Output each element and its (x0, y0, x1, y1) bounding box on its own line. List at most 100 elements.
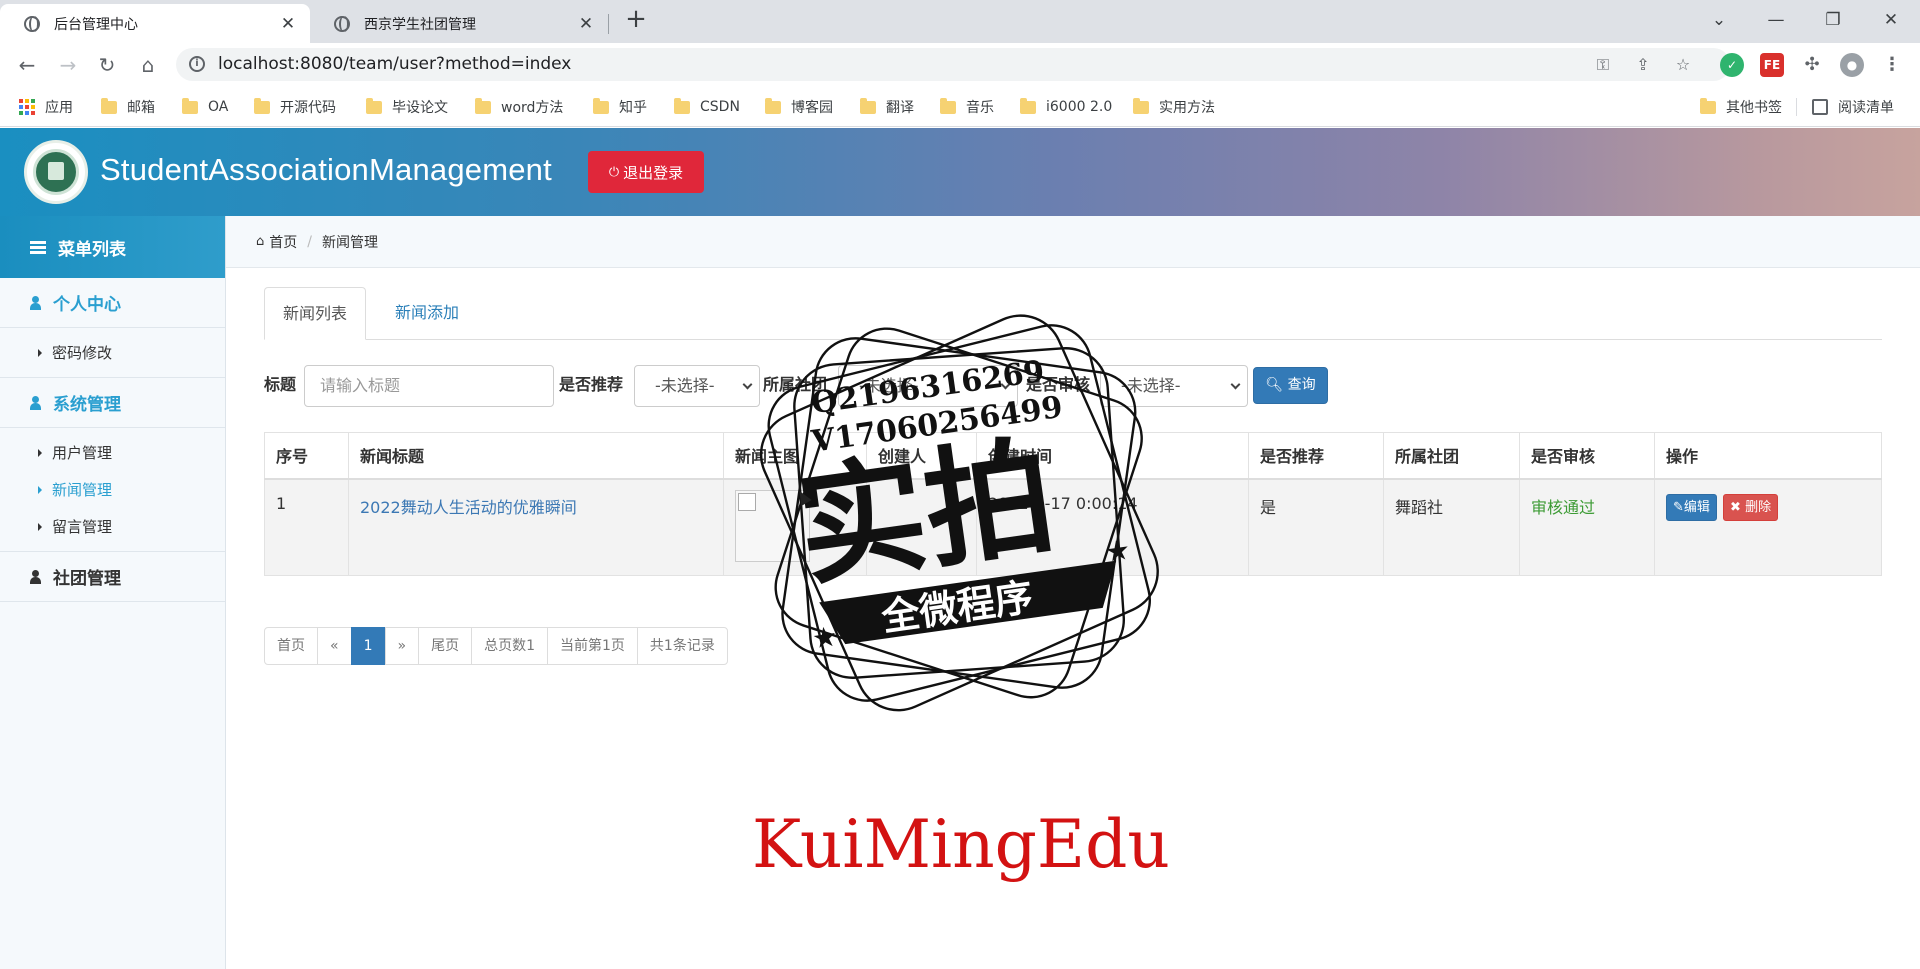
close-tab-icon[interactable]: ✕ (278, 14, 298, 34)
browser-tab-club[interactable]: 西京学生社团管理 ✕ (310, 4, 608, 43)
folder-icon (182, 97, 198, 114)
shield-extension-icon[interactable]: ✓ (1720, 53, 1744, 77)
sidebar: 菜单列表 个人中心 密码修改 系统管理 用户管理 新闻管理 留言管理 社团管理 (0, 216, 226, 969)
pagination: 首页 « 1 » 尾页 总页数1 当前第1页 共1条记录 (264, 627, 728, 665)
info-icon[interactable]: i (189, 56, 205, 72)
tab-title: 后台管理中心 (54, 16, 138, 33)
breadcrumb: ⌂ 首页 / 新闻管理 (226, 216, 1920, 268)
folder-icon (366, 97, 382, 114)
close-tab-icon[interactable]: ✕ (576, 14, 596, 34)
bookmark-folder[interactable]: OA (182, 96, 228, 118)
x-icon: ✖ (1730, 499, 1741, 515)
title-label: 标题 (264, 375, 297, 394)
cell-review-status: 审核通过 (1519, 478, 1655, 576)
bookmark-apps[interactable]: 应用 (19, 96, 73, 118)
sidebar-item-label: 新闻管理 (52, 481, 113, 499)
delete-button[interactable]: ✖ 删除 (1723, 493, 1779, 521)
sidebar-item-password[interactable]: 密码修改 (0, 334, 225, 371)
star-icon[interactable]: ☆ (1672, 54, 1694, 76)
bookmark-folder[interactable]: 邮箱 (101, 96, 155, 118)
page-last[interactable]: 尾页 (418, 627, 473, 665)
folder-icon (254, 97, 270, 114)
new-tab-icon[interactable]: + (622, 6, 650, 34)
profile-avatar-icon[interactable]: ● (1840, 53, 1864, 77)
title-search-input[interactable]: 请输入标题 (304, 365, 554, 407)
sidebar-group-personal[interactable]: 个人中心 (0, 278, 225, 328)
power-icon: ⏻ (608, 164, 620, 180)
bookmark-other[interactable]: 其他书签 (1700, 96, 1782, 118)
search-icon: 🔍︎ (1265, 377, 1284, 393)
bookmark-folder[interactable]: i6000 2.0 (1020, 96, 1112, 118)
bookmark-folder[interactable]: 翻译 (860, 96, 914, 118)
forward-icon[interactable]: → (54, 51, 82, 79)
bookmark-folder[interactable]: word方法 (475, 96, 563, 118)
bookmark-folder[interactable]: 知乎 (593, 96, 647, 118)
cell-actions: ✎编辑 ✖ 删除 (1654, 478, 1882, 576)
more-menu-icon[interactable]: ⋮ (1880, 53, 1904, 77)
chevron-down-icon[interactable]: ⌄ (1704, 5, 1734, 35)
sidebar-submenu: 用户管理 新闻管理 留言管理 (0, 428, 225, 552)
sidebar-group-system[interactable]: 系统管理 (0, 378, 225, 428)
browser-toolbar: ← → ↻ ⌂ i localhost:8080/team/user?metho… (0, 43, 1920, 86)
cell-news-title[interactable]: 2022舞动人生活动的优雅瞬间 (348, 478, 724, 576)
university-logo (24, 140, 88, 204)
bookmark-folder[interactable]: 音乐 (940, 96, 994, 118)
close-window-icon[interactable]: ✕ (1876, 5, 1906, 35)
edit-button[interactable]: ✎编辑 (1666, 493, 1717, 521)
bookmark-label: i6000 2.0 (1046, 99, 1113, 115)
breadcrumb-separator: / (307, 233, 312, 250)
query-button[interactable]: 🔍︎ 查询 (1253, 367, 1328, 404)
bookmark-folder[interactable]: 毕设论文 (366, 96, 448, 118)
tab-title: 西京学生社团管理 (364, 16, 476, 33)
sidebar-group-clubs[interactable]: 社团管理 (0, 552, 225, 602)
fe-extension-icon[interactable]: FE (1760, 53, 1784, 77)
sidebar-group-label: 系统管理 (53, 395, 121, 415)
url-text[interactable]: localhost:8080/team/user?method=index (218, 48, 571, 81)
restore-icon[interactable]: ❐ (1818, 5, 1848, 35)
page-next[interactable]: » (384, 627, 420, 665)
minimize-icon[interactable]: — (1761, 5, 1791, 35)
caret-right-icon (38, 485, 42, 494)
breadcrumb-current: 新闻管理 (321, 234, 378, 251)
tab-news-add[interactable]: 新闻添加 (377, 287, 477, 340)
home-icon[interactable]: ⌂ (134, 51, 162, 79)
folder-icon (593, 97, 609, 114)
bookmarks-divider (1796, 98, 1797, 116)
globe-icon (334, 15, 350, 32)
logout-label: 退出登录 (623, 163, 684, 182)
bookmark-folder[interactable]: CSDN (674, 96, 740, 118)
tab-news-list[interactable]: 新闻列表 (264, 287, 367, 340)
sidebar-item-users[interactable]: 用户管理 (0, 434, 225, 471)
bookmark-folder[interactable]: 实用方法 (1133, 96, 1215, 118)
user-icon (30, 395, 41, 410)
key-icon[interactable]: ⚿ (1592, 54, 1614, 76)
bookmark-label: 翻译 (886, 100, 914, 116)
logout-button[interactable]: ⏻ 退出登录 (588, 151, 704, 193)
page-current: 当前第1页 (547, 627, 638, 665)
bookmark-label: CSDN (700, 99, 740, 115)
puzzle-icon[interactable]: ✣ (1800, 53, 1824, 77)
address-bar[interactable]: i localhost:8080/team/user?method=index … (176, 48, 1730, 81)
page-prev[interactable]: « (317, 627, 352, 665)
column-header: 序号 (264, 432, 349, 480)
site-title: StudentAssociationManagement (100, 152, 552, 187)
breadcrumb-home[interactable]: 首页 (269, 232, 297, 252)
share-icon[interactable]: ⇪ (1632, 54, 1654, 76)
page-first[interactable]: 首页 (264, 627, 318, 665)
record-count: 共1条记录 (636, 627, 728, 665)
menu-title-label: 菜单列表 (58, 239, 126, 260)
sidebar-group-label: 个人中心 (53, 295, 121, 315)
bookmark-folder[interactable]: 开源代码 (254, 96, 336, 118)
bookmark-label: 博客园 (791, 100, 833, 116)
bookmark-label: 知乎 (619, 100, 647, 116)
folder-icon (940, 97, 956, 114)
sidebar-item-news[interactable]: 新闻管理 (0, 471, 225, 508)
sidebar-item-messages[interactable]: 留言管理 (0, 508, 225, 545)
folder-icon (674, 97, 690, 114)
reload-icon[interactable]: ↻ (93, 51, 121, 79)
browser-tab-admin[interactable]: 后台管理中心 ✕ (0, 4, 310, 43)
bookmark-folder[interactable]: 博客园 (765, 96, 833, 118)
reading-list[interactable]: 阅读清单 (1812, 96, 1894, 118)
back-icon[interactable]: ← (13, 51, 41, 79)
page-number[interactable]: 1 (350, 627, 386, 665)
